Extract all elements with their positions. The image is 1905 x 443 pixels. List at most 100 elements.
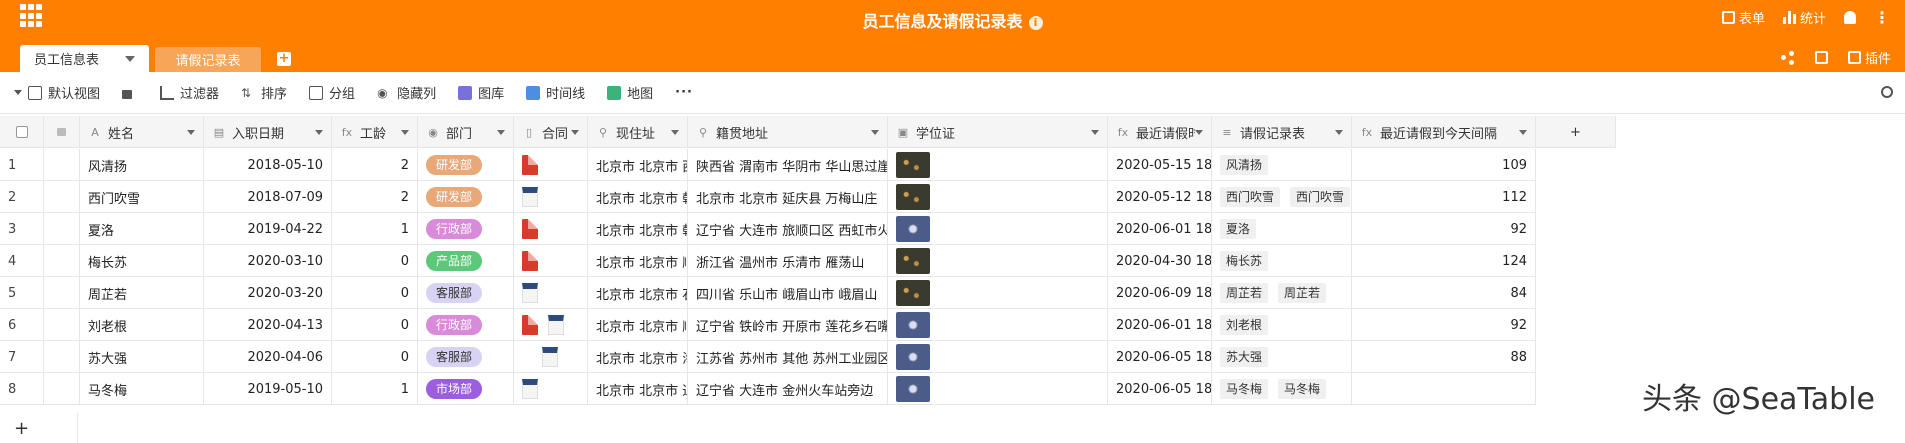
last-leave-time-cell[interactable]: 2020-06-01 18:30 xyxy=(1108,213,1212,245)
hire-date-cell[interactable]: 2020-04-13 xyxy=(204,309,332,341)
last-leave-time-cell[interactable]: 2020-05-15 18:30 xyxy=(1108,149,1212,181)
column-header[interactable]: ⚲ 籍贯地址 xyxy=(688,116,888,148)
row-number[interactable]: 1 xyxy=(0,149,44,181)
share-icon[interactable] xyxy=(1780,50,1795,65)
origin-address-cell[interactable]: 陕西省 渭南市 华阴市 华山思过崖后洞 xyxy=(688,149,888,181)
document-file-icon[interactable] xyxy=(522,283,538,303)
linked-record-tag[interactable]: 马冬梅 xyxy=(1278,379,1327,399)
hire-date-cell[interactable]: 2018-05-10 xyxy=(204,149,332,181)
days-since-leave-cell[interactable]: 109 xyxy=(1352,149,1536,181)
current-address-cell[interactable]: 北京市 北京市 顺义区 某街道 xyxy=(588,245,688,277)
table-row[interactable]: 3夏洛2019-04-221行政部北京市 北京市 朝阳区 某街道辽宁省 大连市 … xyxy=(0,213,1536,245)
degree-image-thumbnail[interactable] xyxy=(896,280,930,306)
more-menu-icon[interactable]: ⋮ xyxy=(1874,8,1891,27)
chevron-down-icon[interactable] xyxy=(1519,129,1527,135)
days-since-leave-cell[interactable]: 112 xyxy=(1352,181,1536,213)
degree-image-cell[interactable] xyxy=(888,277,1108,309)
timeline-button[interactable]: 时间线 xyxy=(526,83,585,102)
column-header[interactable]: A 姓名 xyxy=(80,116,204,148)
contract-cell[interactable] xyxy=(514,373,588,405)
row-number[interactable]: 5 xyxy=(0,277,44,309)
chevron-down-icon[interactable] xyxy=(571,129,579,135)
pdf-file-icon[interactable] xyxy=(522,315,538,335)
degree-image-cell[interactable] xyxy=(888,309,1108,341)
info-icon[interactable]: i xyxy=(1028,16,1043,30)
degree-image-cell[interactable] xyxy=(888,213,1108,245)
linked-record-tag[interactable]: 苏大强 xyxy=(1220,347,1269,367)
hire-date-cell[interactable]: 2020-04-06 xyxy=(204,341,332,373)
contract-cell[interactable] xyxy=(514,341,588,373)
column-header[interactable]: ▯ 合同 xyxy=(514,116,588,148)
contract-cell[interactable] xyxy=(514,213,588,245)
name-cell[interactable]: 马冬梅 xyxy=(80,373,204,405)
origin-address-cell[interactable]: 辽宁省 大连市 旅顺口区 西虹市火车站附近 xyxy=(688,213,888,245)
name-cell[interactable]: 梅长苏 xyxy=(80,245,204,277)
linked-record-tag[interactable]: 周芷若 xyxy=(1220,283,1269,303)
department-cell[interactable]: 客服部 xyxy=(418,277,514,309)
notification-bell-icon[interactable] xyxy=(1844,11,1856,24)
leave-record-links-cell[interactable]: 夏洛 xyxy=(1212,213,1352,245)
days-since-leave-cell[interactable]: 124 xyxy=(1352,245,1536,277)
tab-leave-records[interactable]: 请假记录表 xyxy=(155,47,262,72)
department-cell[interactable]: 研发部 xyxy=(418,181,514,213)
department-cell[interactable]: 产品部 xyxy=(418,245,514,277)
document-file-icon[interactable] xyxy=(522,187,538,207)
name-cell[interactable]: 苏大强 xyxy=(80,341,204,373)
origin-address-cell[interactable]: 江苏省 苏州市 其他 苏州工业园区 xyxy=(688,341,888,373)
current-address-cell[interactable]: 北京市 北京市 朝阳区 某街道 xyxy=(588,181,688,213)
pdf-file-icon[interactable] xyxy=(522,155,538,175)
row-number[interactable]: 4 xyxy=(0,245,44,277)
hire-date-cell[interactable]: 2019-04-22 xyxy=(204,213,332,245)
leave-record-links-cell[interactable]: 马冬梅 马冬梅 xyxy=(1212,373,1352,405)
pdf-file-icon[interactable] xyxy=(522,219,538,239)
linked-record-tag[interactable]: 夏洛 xyxy=(1220,219,1257,239)
hire-date-cell[interactable]: 2020-03-10 xyxy=(204,245,332,277)
last-leave-time-cell[interactable]: 2020-06-09 18:30 xyxy=(1108,277,1212,309)
row-lock-cell[interactable] xyxy=(44,149,80,181)
column-header[interactable]: ◉ 部门 xyxy=(418,116,514,148)
archive-icon[interactable] xyxy=(1814,51,1828,64)
map-button[interactable]: 地图 xyxy=(607,83,653,102)
hide-columns-button[interactable]: ◉ 隐藏列 xyxy=(377,83,436,103)
degree-image-thumbnail[interactable] xyxy=(896,344,930,370)
add-row-button[interactable]: + xyxy=(0,413,78,443)
seniority-cell[interactable]: 1 xyxy=(332,213,418,245)
table-row[interactable]: 8马冬梅2019-05-101市场部北京市 北京市 通州区 某街道辽宁省 大连市… xyxy=(0,373,1536,405)
row-lock-cell[interactable] xyxy=(44,245,80,277)
leave-record-links-cell[interactable]: 刘老根 xyxy=(1212,309,1352,341)
degree-image-cell[interactable] xyxy=(888,245,1108,277)
table-row[interactable]: 4梅长苏2020-03-100产品部北京市 北京市 顺义区 某街道浙江省 温州市… xyxy=(0,245,1536,277)
leave-record-links-cell[interactable]: 苏大强 xyxy=(1212,341,1352,373)
form-button[interactable]: 表单 xyxy=(1721,8,1765,27)
row-lock-cell[interactable] xyxy=(44,277,80,309)
chevron-down-icon[interactable] xyxy=(187,129,195,135)
degree-image-cell[interactable] xyxy=(888,149,1108,181)
linked-record-tag[interactable]: 梅长苏 xyxy=(1220,251,1269,271)
current-address-cell[interactable]: 北京市 北京市 顺义区 某街道 xyxy=(588,309,688,341)
name-cell[interactable]: 风清扬 xyxy=(80,149,204,181)
contract-cell[interactable] xyxy=(514,245,588,277)
select-all-cell[interactable] xyxy=(0,116,44,148)
current-address-cell[interactable]: 北京市 北京市 海淀区 某街道 xyxy=(588,341,688,373)
hire-date-cell[interactable]: 2019-05-10 xyxy=(204,373,332,405)
group-button[interactable]: 分组 xyxy=(309,83,355,102)
more-plugins-button[interactable]: ··· xyxy=(675,85,693,100)
last-leave-time-cell[interactable]: 2020-04-30 18:30 xyxy=(1108,245,1212,277)
degree-image-cell[interactable] xyxy=(888,373,1108,405)
table-row[interactable]: 2西门吹雪2018-07-092研发部北京市 北京市 朝阳区 某街道北京市 北京… xyxy=(0,181,1536,213)
leave-record-links-cell[interactable]: 周芷若 周芷若 xyxy=(1212,277,1352,309)
document-file-icon[interactable] xyxy=(522,379,538,399)
row-lock-cell[interactable] xyxy=(44,309,80,341)
department-cell[interactable]: 客服部 xyxy=(418,341,514,373)
row-number[interactable]: 2 xyxy=(0,181,44,213)
contract-cell[interactable] xyxy=(514,181,588,213)
linked-record-tag[interactable]: 周芷若 xyxy=(1278,283,1327,303)
view-selector[interactable]: 默认视图 xyxy=(28,83,100,102)
degree-image-thumbnail[interactable] xyxy=(896,216,930,242)
last-leave-time-cell[interactable]: 2020-06-05 18:30 xyxy=(1108,341,1212,373)
seniority-cell[interactable]: 2 xyxy=(332,149,418,181)
origin-address-cell[interactable]: 辽宁省 铁岭市 开原市 莲花乡石嘴村 xyxy=(688,309,888,341)
department-cell[interactable]: 研发部 xyxy=(418,149,514,181)
linked-record-tag[interactable]: 刘老根 xyxy=(1220,315,1269,335)
hire-date-cell[interactable]: 2018-07-09 xyxy=(204,181,332,213)
